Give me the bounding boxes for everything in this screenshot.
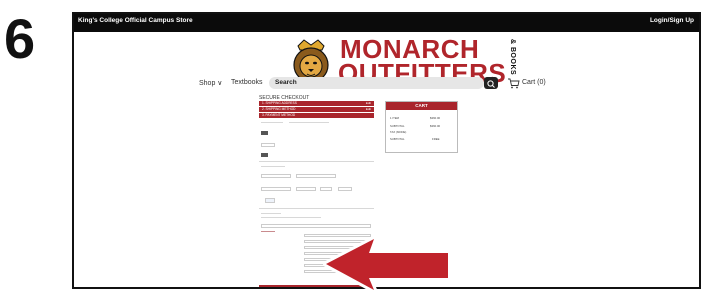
- apply-button[interactable]: [261, 131, 268, 135]
- pointer-arrow-icon: [323, 236, 451, 291]
- expiration-year-select[interactable]: [320, 187, 332, 191]
- cart-row-label: 1 ITEM: [390, 116, 400, 120]
- divider: [259, 161, 374, 162]
- search-label: Search: [275, 79, 297, 86]
- edit-link[interactable]: Edit: [366, 107, 371, 112]
- search-input[interactable]: Search: [269, 77, 484, 89]
- store-name[interactable]: King's College Official Campus Store: [78, 17, 193, 24]
- cart-summary-header: CART: [386, 102, 457, 110]
- cart-row-label: SUBTOTAL: [390, 137, 405, 141]
- gift-card-field[interactable]: [261, 143, 275, 147]
- cardholder-name-field[interactable]: [261, 187, 291, 191]
- billing-address-select[interactable]: [261, 224, 371, 228]
- textbooks-link[interactable]: Textbooks: [231, 79, 263, 86]
- cvv-field[interactable]: [338, 187, 352, 191]
- form-line: [261, 122, 283, 123]
- section-shipping-method[interactable]: 2. SHIPPING METHOD Edit: [259, 107, 374, 112]
- section-label: 1. SHIPPING ADDRESS: [262, 101, 297, 105]
- cart-row-label: SUBTOTAL: [390, 124, 405, 128]
- form-line: [289, 122, 329, 123]
- section-label: 3. PAYMENT METHOD: [262, 113, 296, 117]
- form-line: [261, 166, 285, 167]
- cart-row-value: $360.00: [430, 116, 441, 120]
- main-nav: Shop ∨ Textbooks Search Cart (0): [74, 76, 699, 92]
- cart-row-value: $360.00: [430, 124, 441, 128]
- tutorial-canvas: 6 King's College Official Campus Store L…: [0, 0, 707, 291]
- step-number: 6: [4, 7, 36, 70]
- cart-label: Cart (0): [522, 79, 546, 86]
- section-shipping-address[interactable]: 1. SHIPPING ADDRESS Edit: [259, 101, 374, 106]
- form-line: [261, 213, 281, 214]
- card-number-field[interactable]: [296, 174, 336, 178]
- cart-summary-panel: CART 1 ITEM $360.00 SUBTOTAL $360.00 TAX…: [385, 101, 458, 153]
- form-line: [261, 231, 275, 232]
- shop-menu[interactable]: Shop ∨: [199, 79, 222, 87]
- paypal-option[interactable]: [265, 198, 275, 203]
- cart-row-value: FREE: [432, 137, 440, 141]
- apply-button[interactable]: [261, 153, 268, 157]
- search-icon: [487, 80, 495, 88]
- brand-side-text: & BOOKS: [509, 39, 516, 76]
- divider: [259, 208, 374, 209]
- cart-icon: [508, 78, 520, 89]
- card-type-select[interactable]: [261, 174, 291, 178]
- cart-summary-title: CART: [415, 103, 428, 108]
- section-label: 2. SHIPPING METHOD: [262, 107, 296, 111]
- expiration-month-select[interactable]: [296, 187, 316, 191]
- login-signup-link[interactable]: Login/Sign Up: [650, 17, 694, 24]
- cart-row-label: TAX (MODE): [390, 130, 407, 134]
- search-button[interactable]: [484, 77, 498, 89]
- edit-link[interactable]: Edit: [366, 101, 371, 106]
- section-payment-method[interactable]: 3. PAYMENT METHOD: [259, 113, 374, 118]
- top-bar: King's College Official Campus Store Log…: [74, 14, 699, 32]
- form-line: [261, 217, 321, 218]
